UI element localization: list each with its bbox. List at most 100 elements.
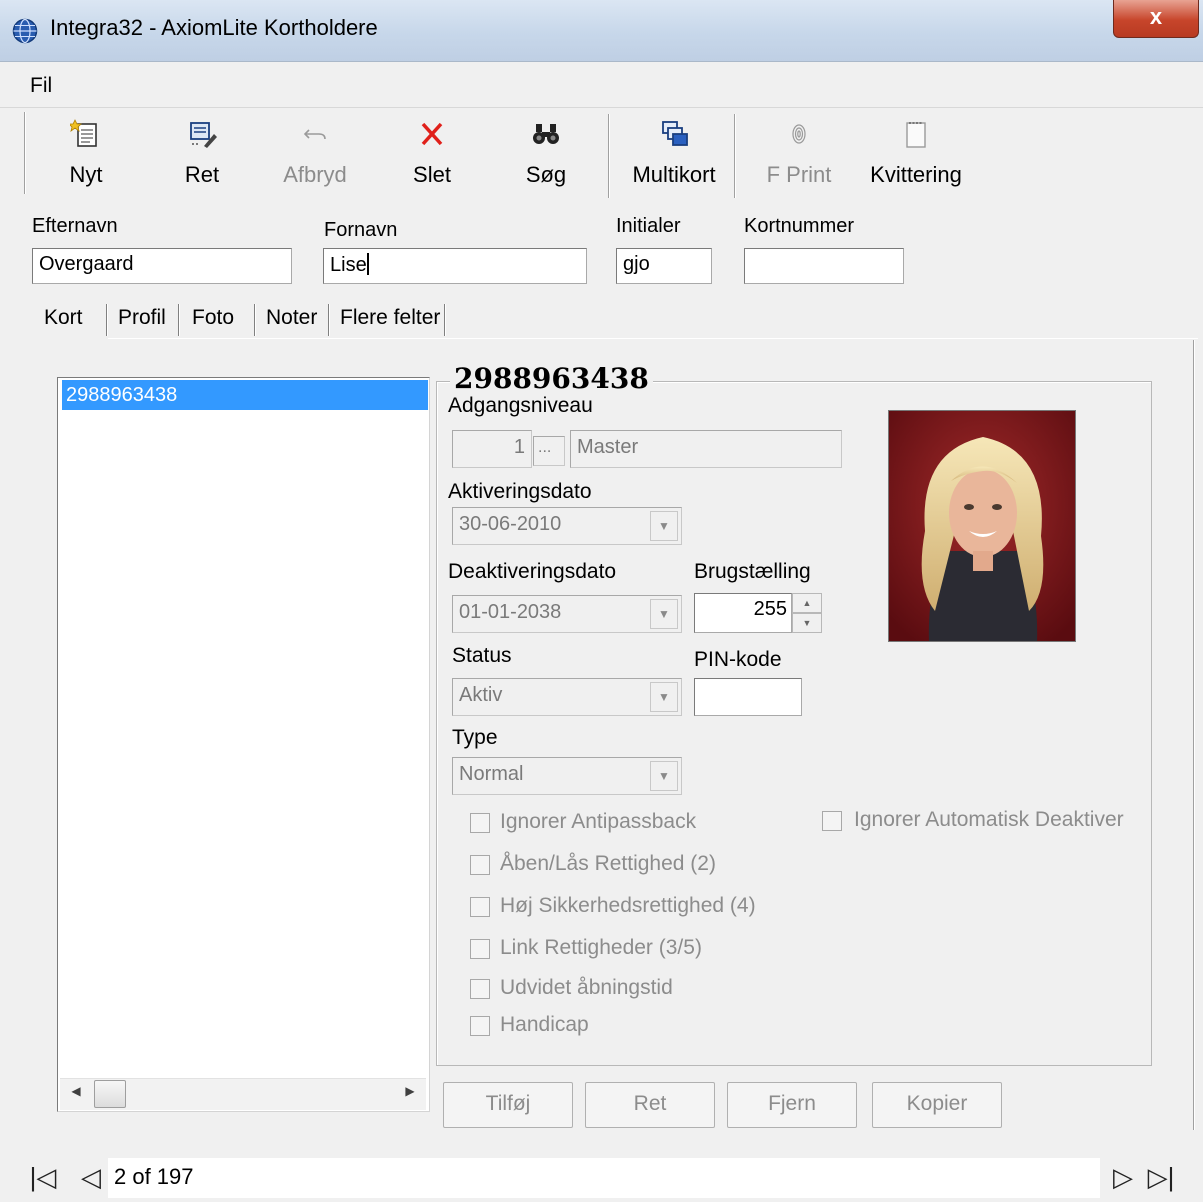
window-title: Integra32 - AxiomLite Kortholdere [50, 15, 378, 40]
type-label: Type [452, 726, 498, 749]
tab-separator [178, 304, 180, 336]
handicap-checkbox[interactable] [470, 1016, 490, 1036]
type-field[interactable]: Normal [452, 757, 682, 795]
next-record-icon[interactable]: ▷ [1108, 1160, 1138, 1196]
extended-opening-checkbox[interactable] [470, 979, 490, 999]
cardnumber-field[interactable] [744, 248, 904, 284]
edit-icon [186, 118, 218, 150]
link-rights-checkbox[interactable] [470, 939, 490, 959]
new-button-label: Nyt [69, 162, 103, 187]
access-level-browse-button[interactable]: ... [533, 436, 565, 466]
last-record-icon[interactable]: ▷| [1146, 1160, 1176, 1196]
delete-button-label: Slet [413, 162, 451, 187]
tab-kort[interactable]: Kort [36, 300, 91, 338]
record-position: 2 of 197 [108, 1158, 1100, 1198]
activation-date-label: Aktiveringsdato [448, 480, 592, 503]
spin-down-icon[interactable]: ▼ [792, 613, 822, 633]
extended-opening-label: Udvidet åbningstid [500, 976, 673, 999]
type-dropdown-icon[interactable]: ▼ [650, 761, 678, 791]
lastname-field[interactable]: Overgaard [32, 248, 292, 284]
delete-button[interactable]: Slet [392, 110, 472, 200]
usage-count-field[interactable]: 255 [694, 593, 792, 633]
edit-button-label: Ret [184, 162, 220, 187]
receipt-button[interactable]: Kvittering [864, 110, 968, 200]
initials-field[interactable]: gjo [616, 248, 712, 284]
handicap-label: Handicap [500, 1013, 589, 1036]
scroll-left-arrow-icon[interactable]: ◀ [66, 1084, 86, 1104]
fprint-button-label: F Print [766, 162, 832, 187]
activation-date-field[interactable]: 30-06-2010 [452, 507, 682, 545]
card-detail-title: 2988963438 [450, 362, 653, 395]
tab-separator [328, 304, 330, 336]
edit-button[interactable]: Ret [162, 110, 242, 200]
text-cursor [366, 253, 369, 275]
menu-bar [0, 62, 1203, 108]
card-list-item-selected[interactable]: 2988963438 [62, 380, 428, 410]
ignore-antipassback-label: Ignorer Antipassback [500, 810, 697, 833]
cardnumber-label: Kortnummer [744, 215, 855, 237]
usage-count-label: Brugstælling [694, 560, 811, 583]
spin-up-icon[interactable]: ▲ [792, 593, 822, 613]
new-document-icon [68, 118, 102, 150]
scrollbar-thumb[interactable] [94, 1080, 126, 1108]
tab-panel-edge [1193, 340, 1195, 1130]
add-button[interactable]: Tilføj [443, 1082, 573, 1128]
menu-item-fil[interactable]: Fil [30, 74, 52, 98]
scroll-right-arrow-icon[interactable]: ▶ [400, 1084, 420, 1104]
multi-window-icon [658, 118, 690, 150]
access-level-name-field[interactable]: Master [570, 430, 842, 468]
lastname-label: Efternavn [32, 215, 118, 237]
deactivation-dropdown-icon[interactable]: ▼ [650, 599, 678, 629]
open-lock-right-label: Åben/Lås Rettighed (2) [500, 852, 716, 875]
tab-foto[interactable]: Foto [184, 300, 242, 338]
tab-panel-border [108, 338, 1198, 339]
toolbar: Nyt Ret Afbryd Slet Søg Multikort F Prin… [24, 110, 1194, 202]
high-security-label: Høj Sikkerhedsrettighed (4) [500, 894, 756, 917]
multicard-button[interactable]: Multikort [620, 110, 728, 200]
edit-card-button[interactable]: Ret [585, 1082, 715, 1128]
tab-separator [444, 304, 446, 336]
status-label: Status [452, 644, 512, 667]
first-record-icon[interactable]: |◁ [28, 1160, 58, 1196]
ignore-auto-deactivate-checkbox[interactable] [822, 811, 842, 831]
search-button[interactable]: Søg [504, 110, 588, 200]
open-lock-right-checkbox[interactable] [470, 855, 490, 875]
toolbar-separator [734, 114, 736, 198]
high-security-checkbox[interactable] [470, 897, 490, 917]
undo-icon [299, 118, 331, 150]
delete-x-icon [416, 118, 448, 150]
cancel-button[interactable]: Afbryd [274, 110, 356, 200]
tab-noter[interactable]: Noter [258, 300, 325, 338]
toolbar-separator [608, 114, 610, 198]
ignore-antipassback-checkbox[interactable] [470, 813, 490, 833]
receipt-button-label: Kvittering [870, 162, 962, 187]
cancel-button-label: Afbryd [283, 162, 347, 187]
deactivation-date-field[interactable]: 01-01-2038 [452, 595, 682, 633]
close-button[interactable]: x [1113, 0, 1199, 38]
ignore-auto-deactivate-label: Ignorer Automatisk Deaktiver [854, 808, 1124, 831]
new-button[interactable]: Nyt [46, 110, 126, 200]
firstname-field[interactable]: Lise [323, 248, 587, 284]
previous-record-icon[interactable]: ◁ [76, 1160, 106, 1196]
tab-flere-felter[interactable]: Flere felter [332, 300, 448, 338]
status-field[interactable]: Aktiv [452, 678, 682, 716]
globe-icon [12, 18, 38, 44]
activation-dropdown-icon[interactable]: ▼ [650, 511, 678, 541]
fprint-button[interactable]: F Print [754, 110, 844, 200]
initials-label: Initialer [616, 215, 681, 237]
notepad-icon [900, 118, 932, 150]
remove-button[interactable]: Fjern [727, 1082, 857, 1128]
link-rights-label: Link Rettigheder (3/5) [500, 936, 702, 959]
access-level-label: Adgangsniveau [448, 394, 593, 417]
pin-code-label: PIN-kode [694, 648, 782, 671]
status-dropdown-icon[interactable]: ▼ [650, 682, 678, 712]
search-button-label: Søg [525, 162, 567, 187]
tab-separator [254, 304, 256, 336]
copy-button[interactable]: Kopier [872, 1082, 1002, 1128]
tab-profil[interactable]: Profil [110, 300, 174, 338]
pin-code-field[interactable] [694, 678, 802, 716]
firstname-label: Fornavn [324, 219, 398, 241]
cardholder-photo [888, 410, 1076, 642]
access-level-number-field[interactable]: 1 [452, 430, 532, 468]
card-list[interactable] [57, 377, 430, 1112]
